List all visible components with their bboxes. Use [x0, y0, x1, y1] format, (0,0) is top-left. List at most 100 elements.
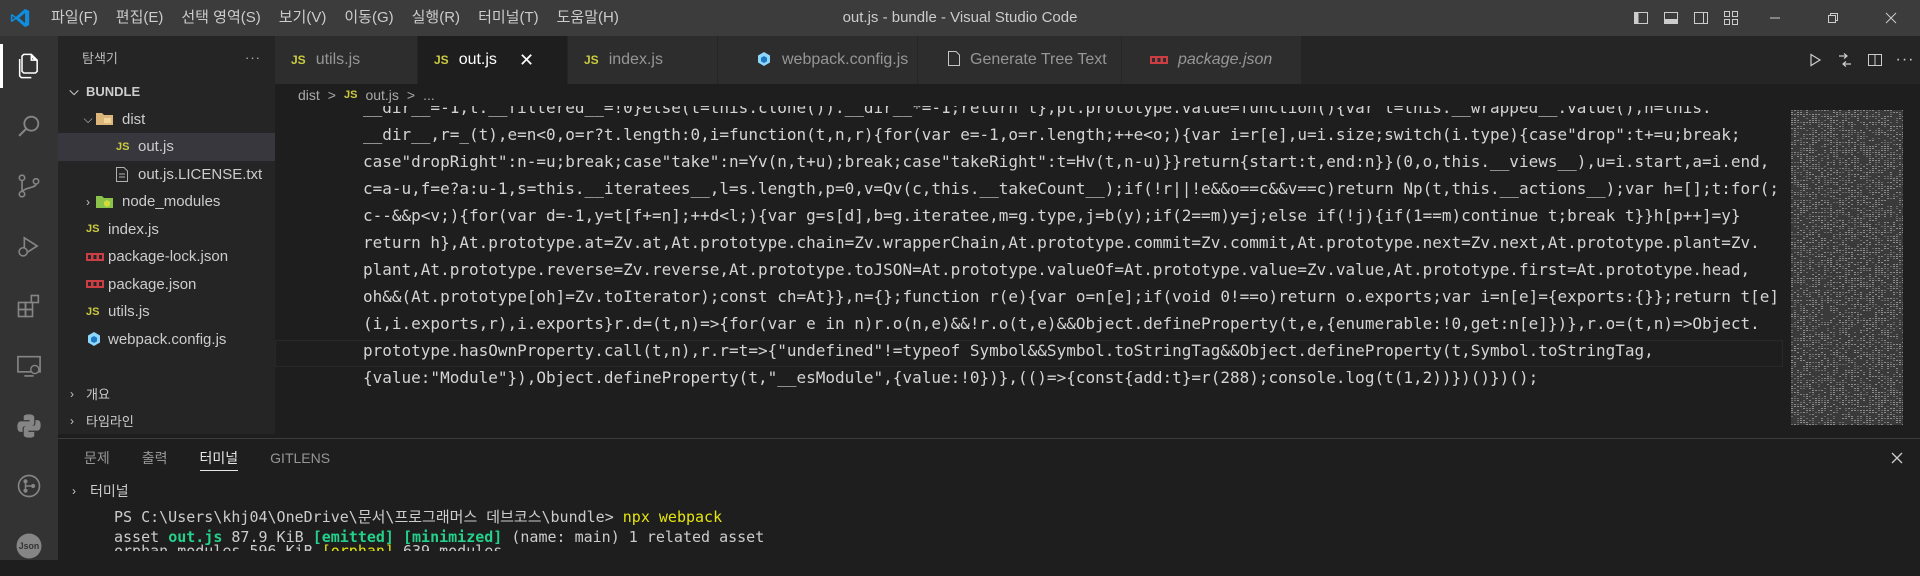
split-editor-icon[interactable] [1860, 36, 1890, 84]
tab-output[interactable]: 출력 [142, 439, 168, 477]
breadcrumb-separator: > [406, 87, 416, 103]
menu-terminal[interactable]: 터미널(T) [469, 0, 548, 36]
tab-label: webpack.config.js [782, 51, 909, 68]
tab-label: package.json [1178, 51, 1273, 68]
section-outline-label: 개요 [86, 387, 110, 402]
code-line: case"dropRight":n-=u;break;case"take":n=… [363, 152, 1770, 171]
tree-item-label: package-lock.json [108, 248, 229, 266]
run-icon[interactable] [1800, 36, 1830, 84]
tab-gitlens[interactable]: GITLENS [270, 439, 330, 477]
toggle-secondary-sidebar-icon[interactable] [1686, 0, 1716, 36]
terminal-output[interactable]: PS C:\Users\khj04\OneDrive\문서\프로그래머스 데브코… [114, 507, 764, 551]
svg-text:Json: Json [19, 541, 39, 551]
customize-layout-icon[interactable] [1716, 0, 1746, 36]
terminal-header-label: 터미널 [90, 483, 129, 499]
chevron-right-icon: › [70, 386, 74, 401]
tab-index-js[interactable]: JS index.js [568, 36, 718, 84]
code-line: plant,At.prototype.reverse=Zv.reverse,At… [363, 260, 1751, 279]
tab-package-json[interactable]: package.json [1122, 36, 1302, 84]
breadcrumb-separator: > [327, 87, 336, 103]
chevron-right-icon: › [86, 194, 90, 209]
source-control-icon[interactable] [0, 156, 58, 216]
tab-webpack-config[interactable]: webpack.config.js [718, 36, 918, 84]
terminal-header[interactable]: › 터미널 [58, 479, 1920, 503]
more-actions-icon[interactable]: ··· [1890, 36, 1920, 84]
tab-problems[interactable]: 문제 [84, 439, 110, 477]
chevron-down-icon: ⌵ [83, 111, 93, 126]
toggle-panel-icon[interactable] [1656, 0, 1686, 36]
workspace-root-label: BUNDLE [86, 84, 141, 100]
vertical-scrollbar[interactable] [1904, 106, 1920, 436]
tree-item-out-license[interactable]: out.js.LICENSE.txt [58, 161, 275, 189]
restore-icon[interactable] [1804, 0, 1862, 36]
js-file-icon: JS [584, 53, 599, 67]
editor-tab-bar: JS utils.js JS out.js ✕ JS index.js webp… [275, 36, 1920, 84]
code-line: prototype.hasOwnProperty.call(t,n),r.r=t… [363, 341, 1654, 360]
compare-changes-icon[interactable] [1830, 36, 1860, 84]
code-line: oh&&(At.prototype[oh]=Zv.toIterator);con… [363, 287, 1780, 306]
minimap[interactable] [1791, 110, 1903, 425]
file-icon [948, 51, 960, 69]
tree-item-label: index.js [108, 220, 159, 238]
tab-utils-js[interactable]: JS utils.js [275, 36, 418, 84]
breadcrumb-folder[interactable]: dist [298, 87, 320, 103]
js-file-icon: JS [86, 305, 100, 318]
close-tab-icon[interactable]: ✕ [519, 50, 534, 71]
minimap-background [1791, 110, 1903, 425]
tree-item-dist[interactable]: ⌵ dist [58, 106, 275, 134]
close-window-icon[interactable] [1862, 0, 1920, 36]
tree-item-package-json[interactable]: package.json [58, 271, 275, 299]
menu-help[interactable]: 도움말(H) [548, 0, 628, 36]
menu-run[interactable]: 실행(R) [403, 0, 469, 36]
minimize-icon[interactable] [1746, 0, 1804, 36]
menu-view[interactable]: 보기(V) [270, 0, 336, 36]
bottom-panel: 문제 출력 터미널 GITLENS › 터미널 PS C:\Users\khj0… [58, 438, 1920, 561]
remote-explorer-icon[interactable] [0, 336, 58, 396]
text-file-icon [116, 165, 138, 183]
run-debug-icon[interactable] [0, 216, 58, 276]
folder-open-icon [96, 110, 118, 128]
tab-label: out.js [458, 51, 497, 68]
tree-item-index-js[interactable]: JS index.js [58, 216, 275, 244]
section-outline[interactable]: › 개요 [58, 380, 275, 407]
code-line: c--&&p<v;){for(var d=-1,y=t[f+=n];++d<l;… [363, 206, 1741, 225]
tree-item-node-modules[interactable]: › node_modules [58, 188, 275, 216]
code-editor[interactable]: __dir__=-1,t.__filtered__=!0}else(t=this… [275, 106, 1785, 436]
json-icon[interactable]: Json [0, 516, 58, 576]
chevron-right-icon: › [72, 484, 76, 498]
webpack-icon [86, 330, 108, 348]
breadcrumb-symbols[interactable]: ... [423, 87, 435, 103]
toggle-primary-sidebar-icon[interactable] [1626, 0, 1656, 36]
search-icon[interactable] [0, 96, 58, 156]
tab-generate-tree-text[interactable]: Generate Tree Text [918, 36, 1122, 84]
tree-item-label: out.js.LICENSE.txt [138, 165, 263, 183]
menu-file[interactable]: 파일(F) [42, 0, 107, 36]
menu-selection[interactable]: 선택 영역(S) [172, 0, 269, 36]
activity-bar: Json [0, 36, 58, 560]
menu-edit[interactable]: 편집(E) [107, 0, 173, 36]
workspace-root[interactable]: ⌵ BUNDLE [58, 78, 275, 106]
code-line: __dir__=-1,t.__filtered__=!0}else(t=this… [363, 106, 1712, 117]
tree-item-utils-js[interactable]: JS utils.js [58, 298, 275, 326]
explorer-icon[interactable] [0, 36, 58, 96]
npm-file-icon [86, 248, 108, 266]
menu-go[interactable]: 이동(G) [335, 0, 402, 36]
tree-item-webpack-config[interactable]: webpack.config.js [58, 326, 275, 354]
close-panel-icon[interactable] [1886, 447, 1908, 469]
extensions-icon[interactable] [0, 276, 58, 336]
breadcrumb-file[interactable]: out.js [365, 87, 398, 103]
code-line: __dir__,r=_(t),e=n<0,o=r?t.length:0,i=fu… [363, 125, 1741, 144]
section-timeline[interactable]: › 타임라인 [58, 407, 275, 434]
tab-out-js[interactable]: JS out.js ✕ [418, 36, 568, 84]
tree-item-package-lock[interactable]: package-lock.json [58, 243, 275, 271]
section-timeline-label: 타임라인 [86, 414, 134, 429]
more-actions-icon[interactable]: ··· [245, 50, 261, 65]
tab-terminal[interactable]: 터미널 [199, 439, 238, 477]
gitlens-icon[interactable] [0, 456, 58, 516]
panel-tabs: 문제 출력 터미널 GITLENS [58, 439, 1920, 477]
tree-item-label: node_modules [122, 193, 221, 211]
js-file-icon: JS [434, 53, 449, 67]
tree-item-out-js[interactable]: JS out.js [58, 133, 275, 161]
npm-file-icon [86, 275, 108, 293]
python-icon[interactable] [0, 396, 58, 456]
